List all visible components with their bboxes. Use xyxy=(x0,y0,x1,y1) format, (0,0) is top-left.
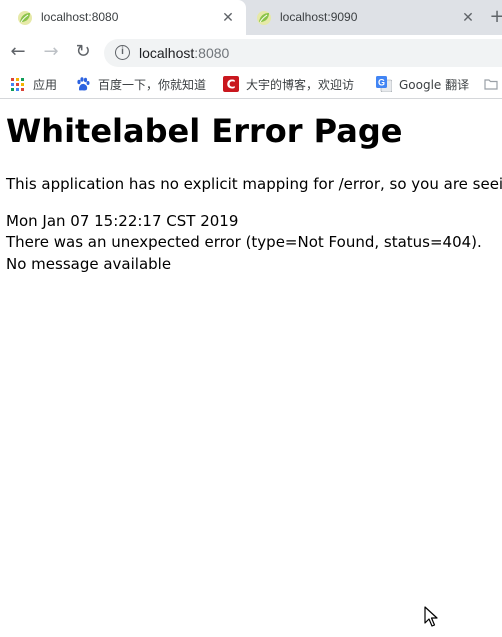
folder-icon[interactable] xyxy=(484,77,498,91)
bookmark-blog[interactable]: C 大宇的博客，欢迎访 xyxy=(223,75,356,93)
browser-toolbar: ← → ↻ i localhost:8080 xyxy=(0,35,502,69)
close-icon[interactable]: ✕ xyxy=(220,9,236,25)
apps-grid-icon xyxy=(11,77,24,91)
page-content: Whitelabel Error Page This application h… xyxy=(0,99,502,637)
bookmark-google-translate[interactable]: G Google 翻译 xyxy=(376,75,469,93)
close-icon[interactable]: ✕ xyxy=(460,9,476,25)
url-port: :8080 xyxy=(194,45,230,61)
bookmark-baidu[interactable]: 百度一下，你就知道 xyxy=(75,75,206,93)
tab-localhost-8080[interactable]: localhost:8080 ✕ xyxy=(0,0,246,35)
svg-text:C: C xyxy=(227,78,236,92)
forward-button[interactable]: → xyxy=(39,41,63,63)
spring-leaf-icon xyxy=(18,11,32,25)
page-title: Whitelabel Error Page xyxy=(6,112,403,150)
error-timestamp: Mon Jan 07 15:22:17 CST 2019 xyxy=(6,212,239,230)
new-tab-button[interactable]: + xyxy=(487,7,502,27)
tab-title: localhost:8080 xyxy=(41,10,119,24)
bookmark-label: Google 翻译 xyxy=(399,77,470,92)
google-translate-icon: G xyxy=(376,76,392,92)
bookmarks-bar: 应用 百度一下，你就知道 C 大宇的博客，欢迎访 G Google 翻译 xyxy=(0,69,502,99)
bookmark-apps[interactable]: 应用 xyxy=(11,75,57,93)
tab-localhost-9090[interactable]: localhost:9090 ✕ xyxy=(247,0,477,35)
tab-title: localhost:9090 xyxy=(280,10,358,24)
spring-leaf-icon xyxy=(257,11,271,25)
bookmark-label: 应用 xyxy=(33,77,58,92)
error-message: No message available xyxy=(6,255,172,273)
error-description: This application has no explicit mapping… xyxy=(6,175,502,193)
info-icon[interactable]: i xyxy=(115,45,130,60)
mouse-cursor-icon xyxy=(424,606,438,627)
url-host: localhost xyxy=(139,45,195,61)
csdn-icon: C xyxy=(223,76,239,92)
baidu-paw-icon xyxy=(77,77,90,91)
back-button[interactable]: ← xyxy=(6,41,30,63)
bookmark-label: 大宇的博客，欢迎访 xyxy=(246,77,355,92)
bookmark-label: 百度一下，你就知道 xyxy=(98,77,207,92)
address-bar[interactable]: i localhost:8080 xyxy=(104,39,502,67)
reload-button[interactable]: ↻ xyxy=(71,41,95,63)
svg-text:G: G xyxy=(378,78,385,88)
url-text[interactable]: localhost:8080 xyxy=(139,45,229,61)
error-status-line: There was an unexpected error (type=Not … xyxy=(6,233,482,251)
tab-strip: localhost:8080 ✕ localhost:9090 ✕ + xyxy=(0,0,502,35)
